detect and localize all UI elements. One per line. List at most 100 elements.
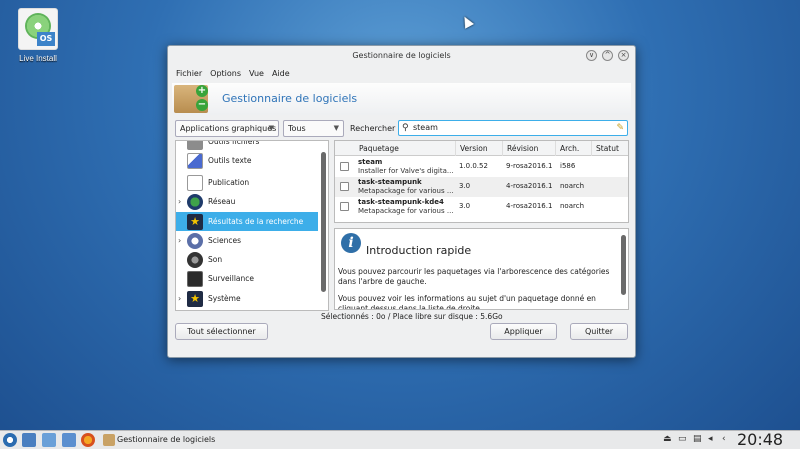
state-filter-select[interactable]: Tous ▼ <box>283 120 344 137</box>
category-filter-value: Applications graphiques <box>180 124 277 133</box>
package-checkbox[interactable] <box>340 202 349 211</box>
chevron-down-icon: ▼ <box>268 124 274 132</box>
speaker-icon <box>187 252 203 268</box>
display-icon[interactable]: ▭ <box>678 434 687 444</box>
software-manager-window: Gestionnaire de logiciels ∨ ^ × Fichier … <box>167 45 636 358</box>
apply-button[interactable]: Appliquer <box>490 323 557 340</box>
package-desc: Installer for Valve's digita... <box>358 167 453 175</box>
file-manager-icon[interactable] <box>42 433 56 447</box>
software-manager-task-icon <box>103 434 115 446</box>
os-badge: OS <box>37 32 55 46</box>
menu-vue[interactable]: Vue <box>249 69 264 78</box>
menu-fichier[interactable]: Fichier <box>176 69 202 78</box>
tree-item-label: Sciences <box>208 236 241 245</box>
table-row[interactable]: steam Installer for Valve's digita... 1.… <box>335 157 628 177</box>
minimize-button[interactable]: ∨ <box>586 50 597 61</box>
chevron-down-icon: ▼ <box>333 124 339 132</box>
table-header: Paquetage Version Révision Arch. Statut <box>335 141 628 156</box>
package-arch: noarch <box>560 202 585 210</box>
tree-item-label: Système <box>208 294 241 303</box>
mouse-cursor-icon <box>460 14 474 29</box>
package-name: steam <box>358 158 383 166</box>
info-title: Introduction rapide <box>366 244 472 257</box>
tree-item-label: Publication <box>208 178 250 187</box>
tree-item-outils-texte[interactable]: Outils texte <box>176 151 318 170</box>
category-tree: Outils fichiers Outils texte Publication… <box>175 140 329 311</box>
live-install-desktop-icon[interactable]: OS Live Install <box>12 8 64 63</box>
window-title: Gestionnaire de logiciels <box>352 51 451 60</box>
task-label: Gestionnaire de logiciels <box>117 435 216 444</box>
document-icon <box>187 175 203 191</box>
package-revision: 9-rosa2016.1 <box>506 162 553 170</box>
clipboard-icon[interactable]: ▤ <box>693 434 702 444</box>
taskbar: Gestionnaire de logiciels ⏏ ▭ ▤ ◂ ‹ 20:4… <box>0 430 800 449</box>
maximize-button[interactable]: ^ <box>602 50 613 61</box>
usb-icon[interactable]: ⏏ <box>663 434 672 444</box>
close-button[interactable]: × <box>618 50 629 61</box>
col-statut[interactable]: Statut <box>591 141 619 156</box>
taskbar-task-software-manager[interactable]: Gestionnaire de logiciels <box>101 432 219 448</box>
show-desktop-icon[interactable] <box>22 433 36 447</box>
tree-item-resultats[interactable]: ★ Résultats de la recherche <box>176 212 318 231</box>
package-arch: i586 <box>560 162 576 170</box>
menu-bar: Fichier Options Vue Aide <box>176 69 290 78</box>
table-row[interactable]: task-steampunk-kde4 Metapackage for vari… <box>335 197 628 217</box>
tree-item-outils-fichiers[interactable]: Outils fichiers <box>176 141 318 151</box>
package-revision: 4-rosa2016.1 <box>506 202 553 210</box>
col-revision[interactable]: Révision <box>502 141 538 156</box>
tree-item-systeme[interactable]: › ★ Système <box>176 289 318 308</box>
package-revision: 4-rosa2016.1 <box>506 182 553 190</box>
tree-scrollbar[interactable] <box>320 140 328 311</box>
tree-item-publication[interactable]: Publication <box>176 173 318 192</box>
tree-item-label: Surveillance <box>208 274 254 283</box>
star-icon: ★ <box>187 214 203 230</box>
col-paquetage[interactable]: Paquetage <box>355 141 399 156</box>
tree-scrollbar-thumb[interactable] <box>321 152 326 292</box>
menu-aide[interactable]: Aide <box>272 69 290 78</box>
chevron-right-icon[interactable]: › <box>178 231 186 250</box>
network-icon <box>187 194 203 210</box>
select-all-button[interactable]: Tout sélectionner <box>175 323 268 340</box>
menu-options[interactable]: Options <box>210 69 241 78</box>
search-label: Rechercher : <box>350 124 401 133</box>
terminal-icon <box>187 271 203 287</box>
banner-title: Gestionnaire de logiciels <box>222 92 358 105</box>
table-row[interactable]: task-steampunk Metapackage for various .… <box>335 177 628 197</box>
quit-button[interactable]: Quitter <box>570 323 628 340</box>
volume-icon[interactable]: ◂ <box>708 434 713 444</box>
package-checkbox[interactable] <box>340 182 349 191</box>
category-filter-select[interactable]: Applications graphiques ▼ <box>175 120 279 137</box>
app-menu-icon[interactable] <box>3 433 17 447</box>
clock[interactable]: 20:48 <box>737 430 783 449</box>
tree-item-sciences[interactable]: › Sciences <box>176 231 318 250</box>
state-filter-value: Tous <box>288 124 306 133</box>
tree-item-label: Réseau <box>208 197 236 206</box>
tree-item-label: Outils texte <box>208 156 252 165</box>
info-panel: i Introduction rapide Vous pouvez parcou… <box>334 228 629 310</box>
col-version[interactable]: Version <box>455 141 488 156</box>
package-checkbox[interactable] <box>340 162 349 171</box>
package-arch: noarch <box>560 182 585 190</box>
firefox-icon[interactable] <box>81 433 95 447</box>
info-scrollbar[interactable] <box>621 235 626 295</box>
package-manager-icon: + − <box>174 85 208 113</box>
col-arch[interactable]: Arch. <box>555 141 579 156</box>
tree-item-son[interactable]: Son <box>176 250 318 269</box>
chevron-right-icon[interactable]: › <box>178 289 186 308</box>
package-desc: Metapackage for various ... <box>358 187 453 195</box>
tree-item-reseau[interactable]: › Réseau <box>176 192 318 211</box>
header-banner: + − Gestionnaire de logiciels <box>172 83 631 115</box>
tree-item-surveillance[interactable]: Surveillance <box>176 269 318 288</box>
chevron-right-icon[interactable]: › <box>178 192 186 211</box>
clear-search-icon[interactable]: ✎ <box>616 121 624 135</box>
search-icon: ⚲ <box>402 123 409 133</box>
search-input[interactable]: ⚲ steam ✎ <box>398 120 628 136</box>
window-controls: ∨ ^ × <box>586 50 629 61</box>
text-edit-icon <box>187 153 203 169</box>
tray-expand-icon[interactable]: ‹ <box>722 434 726 444</box>
package-table: Paquetage Version Révision Arch. Statut … <box>334 140 629 223</box>
package-desc: Metapackage for various ... <box>358 207 453 215</box>
package-name: task-steampunk <box>358 178 422 186</box>
status-text: Sélectionnés : 0o / Place libre sur disq… <box>321 312 503 321</box>
tasks-icon[interactable] <box>62 433 76 447</box>
